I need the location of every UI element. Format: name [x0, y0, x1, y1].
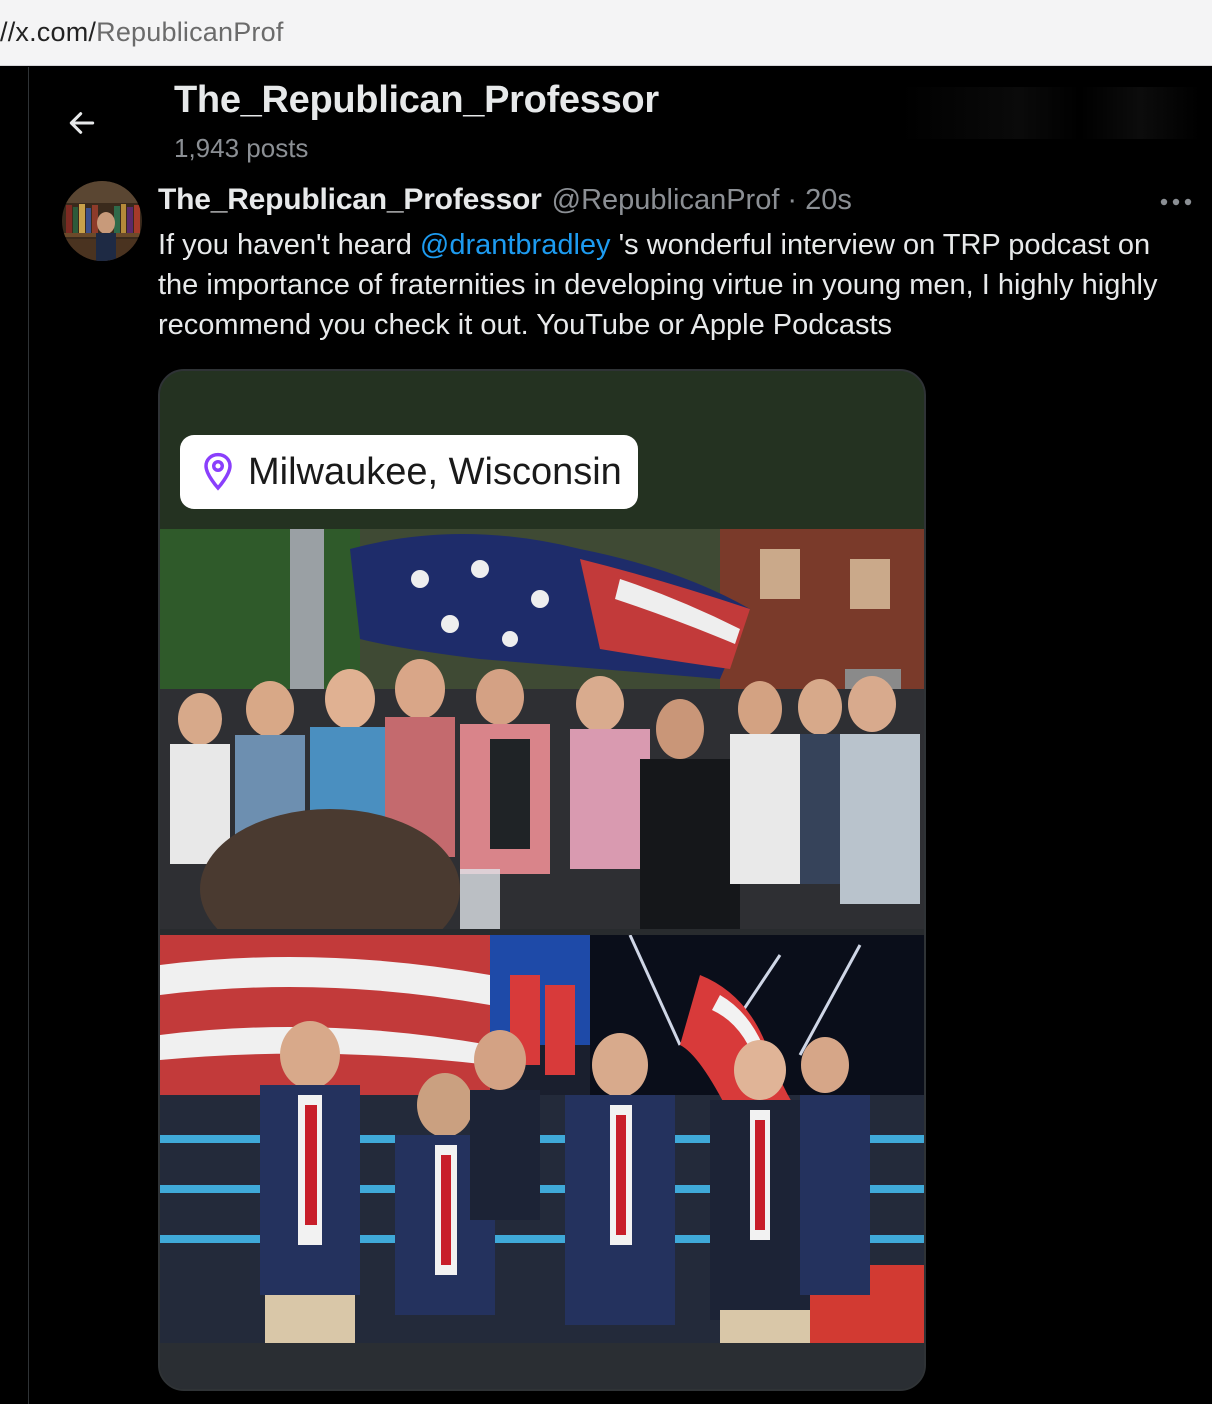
avatar[interactable]	[62, 181, 142, 261]
mention-link[interactable]: @drantbradley	[420, 229, 611, 261]
location-tag: Milwaukee, Wisconsin	[180, 435, 638, 509]
photo-convention-group	[160, 935, 924, 1343]
header-background	[900, 87, 1200, 139]
tweet-timestamp[interactable]: 20s	[805, 184, 852, 217]
more-options-button[interactable]	[1156, 187, 1196, 217]
author-handle[interactable]: @RepublicanProf	[552, 184, 780, 217]
back-button[interactable]	[58, 99, 106, 147]
browser-address-bar[interactable]: //x.com/RepublicanProf	[0, 0, 1212, 66]
tweet-body: If you haven't heard @drantbradley 's wo…	[158, 225, 1198, 345]
column-divider	[28, 67, 29, 1404]
photo-crowd-with-flag	[160, 529, 924, 929]
author-name[interactable]: The_Republican_Professor	[158, 183, 542, 217]
more-horizontal-icon	[1160, 198, 1192, 206]
tweet-media[interactable]: Milwaukee, Wisconsin	[158, 369, 926, 1391]
profile-view: The_Republican_Professor 1,943 posts The…	[0, 67, 1212, 1404]
page-title: The_Republican_Professor	[174, 79, 659, 121]
media-bottom-band	[160, 1343, 924, 1389]
avatar-image	[62, 181, 142, 261]
url-prefix: //x.com/	[0, 17, 97, 47]
arrow-left-icon	[69, 112, 95, 134]
map-pin-icon	[204, 452, 232, 491]
separator-dot: ·	[787, 184, 798, 216]
tweet-text-start: If you haven't heard	[158, 229, 420, 261]
tweet-header: The_Republican_Professor @RepublicanProf…	[158, 183, 852, 223]
url-path: RepublicanProf	[96, 17, 284, 47]
post-count: 1,943 posts	[174, 133, 309, 163]
url-text[interactable]: //x.com/RepublicanProf	[0, 17, 284, 48]
location-label: Milwaukee, Wisconsin	[248, 450, 622, 493]
